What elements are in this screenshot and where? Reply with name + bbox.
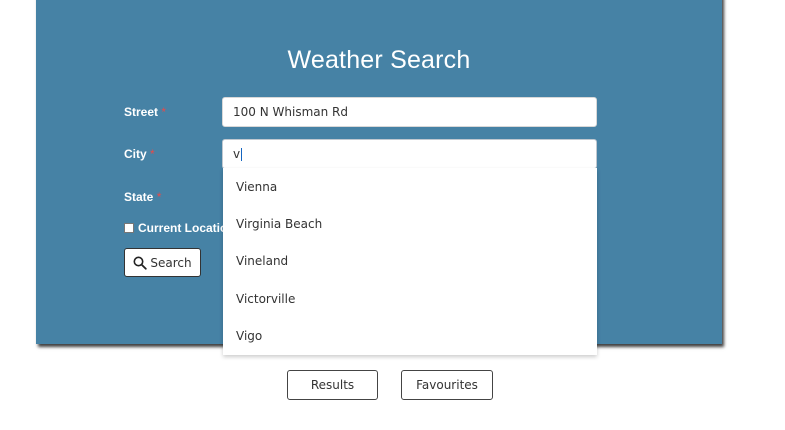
street-label: Street * (124, 105, 166, 119)
required-marker: * (150, 147, 155, 161)
city-autocomplete-list: Vienna Virginia Beach Vineland Victorvil… (223, 168, 597, 355)
street-input-value: 100 N Whisman Rd (233, 105, 348, 119)
search-button-label: Search (150, 255, 192, 270)
current-location-label: Current Location (138, 221, 235, 235)
current-location-row: Current Location (124, 221, 235, 235)
autocomplete-option[interactable]: Victorville (223, 280, 597, 317)
results-button[interactable]: Results (287, 370, 378, 400)
magnifier-icon (133, 256, 148, 270)
current-location-checkbox[interactable] (124, 223, 134, 233)
autocomplete-option[interactable]: Vigo (223, 318, 597, 355)
city-label: City * (124, 147, 155, 161)
state-label-text: State (124, 190, 154, 204)
autocomplete-option[interactable]: Vineland (223, 243, 597, 280)
text-cursor (241, 147, 243, 161)
form-title: Weather Search (287, 46, 471, 74)
required-marker: * (161, 105, 167, 119)
autocomplete-option[interactable]: Vienna (223, 168, 597, 205)
city-input[interactable]: v (222, 139, 597, 169)
street-input[interactable]: 100 N Whisman Rd (222, 97, 597, 127)
city-label-text: City (124, 147, 147, 161)
favourites-button[interactable]: Favourites (401, 370, 493, 400)
state-label: State * (124, 190, 161, 204)
street-label-text: Street (124, 105, 159, 119)
required-marker: * (156, 190, 162, 204)
city-input-value: v (233, 147, 241, 161)
search-button[interactable]: Search (124, 248, 201, 277)
autocomplete-option[interactable]: Virginia Beach (223, 205, 597, 242)
